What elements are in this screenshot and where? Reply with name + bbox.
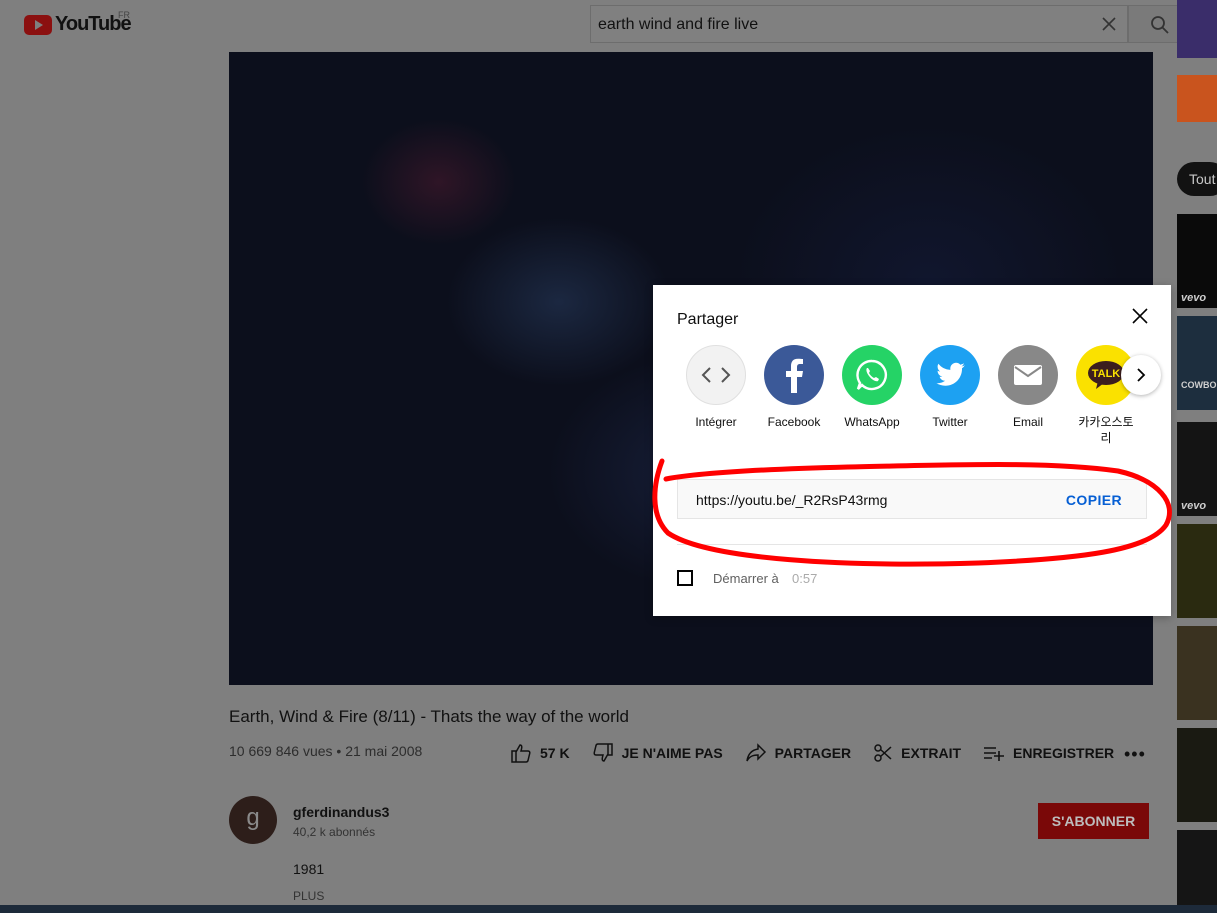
sidebar-thumbnail[interactable] <box>1177 728 1217 822</box>
embed-icon <box>686 345 746 405</box>
search-icon <box>1151 16 1169 34</box>
dialog-title: Partager <box>677 311 739 328</box>
start-at-time[interactable]: 0:57 <box>792 571 817 586</box>
video-actions: 57 K JE N'AIME PAS PARTAGER EXTRAIT ENRE… <box>510 743 1136 763</box>
masthead: YouTube FR earth wind and fire live J <box>0 0 1217 52</box>
share-label: 카카오스토리 <box>1078 415 1133 445</box>
next-share-targets-button[interactable] <box>1121 355 1161 395</box>
share-facebook[interactable]: Facebook <box>759 345 829 430</box>
subscriber-count: 40,2 k abonnés <box>293 825 376 839</box>
youtube-play-icon <box>24 14 52 35</box>
dislike-button[interactable]: JE N'AIME PAS <box>592 743 723 763</box>
share-label: WhatsApp <box>844 415 900 429</box>
dislike-label: JE N'AIME PAS <box>621 745 723 761</box>
share-whatsapp[interactable]: WhatsApp <box>837 345 907 430</box>
taskbar <box>0 905 1217 913</box>
sidebar-thumbnail[interactable] <box>1177 0 1217 58</box>
share-targets: Intégrer Facebook WhatsApp Twitter Email… <box>681 345 1133 455</box>
vevo-badge: vevo <box>1181 292 1207 304</box>
share-label: Intégrer <box>695 415 737 429</box>
like-count: 57 K <box>540 745 570 761</box>
share-kakaostory[interactable]: TALK 카카오스토리 <box>1071 345 1133 446</box>
sidebar-thumbnail[interactable] <box>1177 524 1217 618</box>
share-embed[interactable]: Intégrer <box>681 345 751 430</box>
channel-avatar[interactable]: g <box>229 796 277 844</box>
scissors-icon <box>874 744 892 762</box>
subscribe-button[interactable]: S'ABONNER <box>1038 803 1149 839</box>
like-button[interactable]: 57 K <box>510 743 570 763</box>
clip-button[interactable]: EXTRAIT <box>873 743 961 763</box>
sidebar-thumbnail[interactable] <box>1177 830 1217 905</box>
view-count: 10 669 846 vues <box>229 743 333 759</box>
share-url[interactable]: https://youtu.be/_R2RsP43rmg <box>696 492 887 508</box>
video-description: 1981 <box>293 861 325 877</box>
email-icon <box>998 345 1058 405</box>
clear-search-icon[interactable] <box>1101 16 1117 32</box>
thumbs-down-icon <box>593 743 613 762</box>
sidebar-thumbnail[interactable] <box>1177 316 1217 410</box>
share-email[interactable]: Email <box>993 345 1063 430</box>
channel-name[interactable]: gferdinandus3 <box>293 804 389 820</box>
search-query[interactable]: earth wind and fire live <box>598 16 758 34</box>
filter-chip-all[interactable]: Tout <box>1177 162 1217 196</box>
chevron-right-icon <box>1137 368 1146 382</box>
sidebar-thumbnail[interactable] <box>1177 75 1217 122</box>
video-title: Earth, Wind & Fire (8/11) - Thats the wa… <box>229 707 629 726</box>
share-icon <box>745 743 766 762</box>
share-label: Email <box>1012 415 1043 429</box>
publish-date: 21 mai 2008 <box>345 743 423 759</box>
twitter-icon <box>920 345 980 405</box>
sidebar-thumbnail[interactable] <box>1177 626 1217 720</box>
save-button[interactable]: ENREGISTRER <box>983 743 1114 763</box>
start-at-checkbox[interactable] <box>677 570 693 586</box>
share-label: Facebook <box>767 415 821 429</box>
share-dialog: Partager Intégrer Facebook WhatsApp Twit… <box>653 285 1171 616</box>
save-label: ENREGISTRER <box>1013 745 1115 761</box>
stats-separator: • <box>336 743 342 759</box>
show-more-button[interactable]: PLUS <box>293 889 324 903</box>
close-icon[interactable] <box>1131 307 1149 325</box>
search-input[interactable]: earth wind and fire live <box>590 5 1128 43</box>
divider <box>677 544 1147 545</box>
share-button[interactable]: PARTAGER <box>745 743 851 763</box>
share-label: PARTAGER <box>774 745 852 761</box>
whatsapp-icon <box>842 345 902 405</box>
vevo-badge: vevo <box>1181 500 1207 512</box>
more-actions-button[interactable]: ••• <box>1124 744 1146 765</box>
copy-button[interactable]: COPIER <box>1066 492 1122 508</box>
start-at-label[interactable]: Démarrer à <box>713 571 779 586</box>
share-url-field[interactable]: https://youtu.be/_R2RsP43rmg COPIER <box>677 479 1147 519</box>
clip-label: EXTRAIT <box>901 745 962 761</box>
country-code: FR <box>118 10 130 20</box>
video-stats: 10 669 846 vues • 21 mai 2008 <box>229 743 422 759</box>
share-twitter[interactable]: Twitter <box>915 345 985 430</box>
youtube-logo[interactable]: YouTube <box>24 13 132 36</box>
thumbs-up-icon <box>511 744 531 763</box>
facebook-icon <box>764 345 824 405</box>
kakaotalk-icon-text: TALK <box>1092 368 1121 380</box>
cowboys-badge: COWBO <box>1181 380 1217 390</box>
playlist-add-icon <box>984 747 1005 761</box>
share-label: Twitter <box>932 415 968 429</box>
